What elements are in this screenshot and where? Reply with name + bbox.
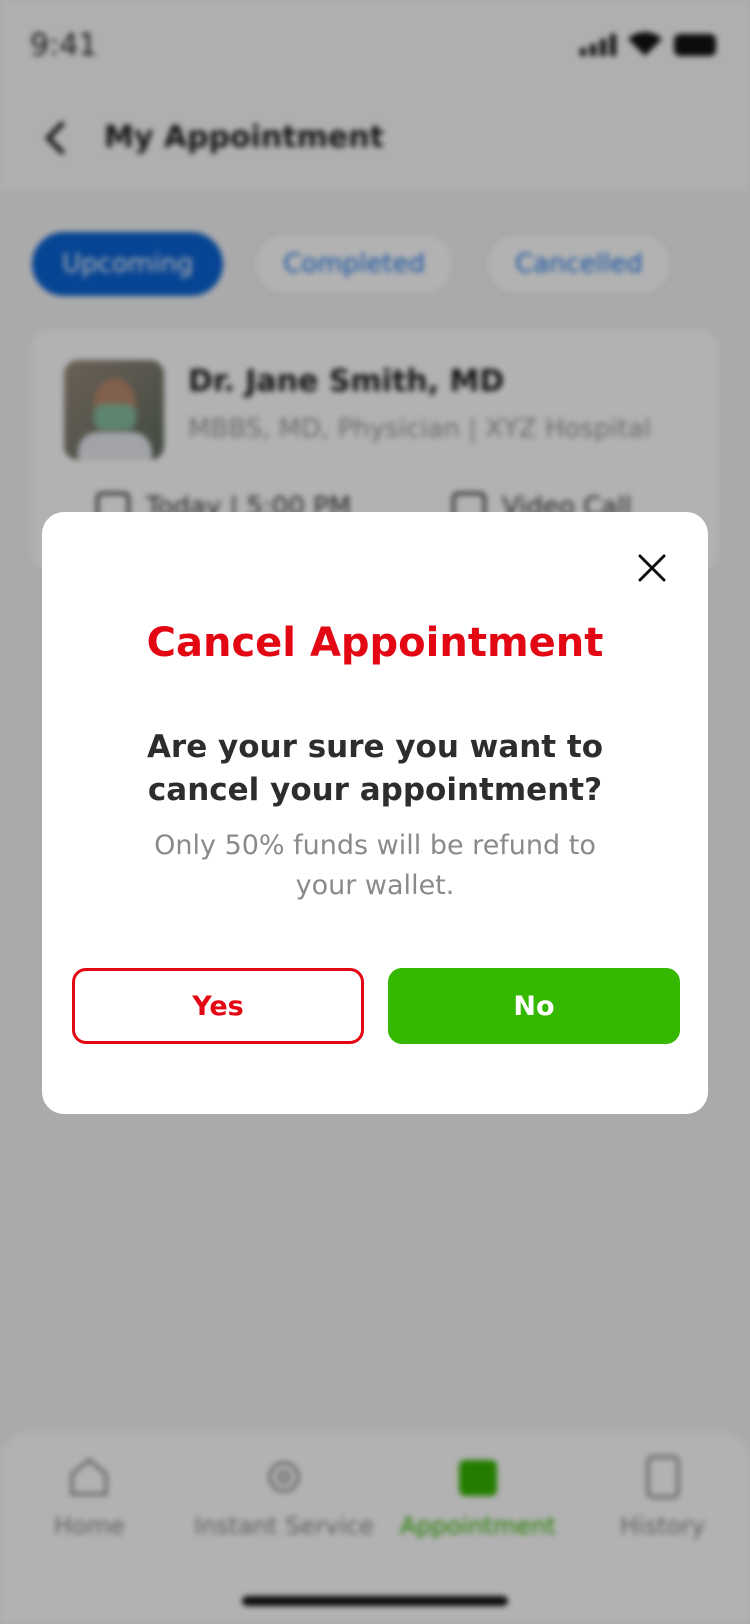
modal-note: Only 50% funds will be refund to your wa… [154,830,596,901]
modal-question: Are your sure you want to cancel your ap… [146,729,604,808]
cancel-appointment-modal: Cancel Appointment Are your sure you wan… [42,512,708,1114]
no-button[interactable]: No [388,968,680,1044]
modal-title: Cancel Appointment [146,620,604,666]
close-icon[interactable] [634,550,670,586]
yes-button[interactable]: Yes [72,968,364,1044]
